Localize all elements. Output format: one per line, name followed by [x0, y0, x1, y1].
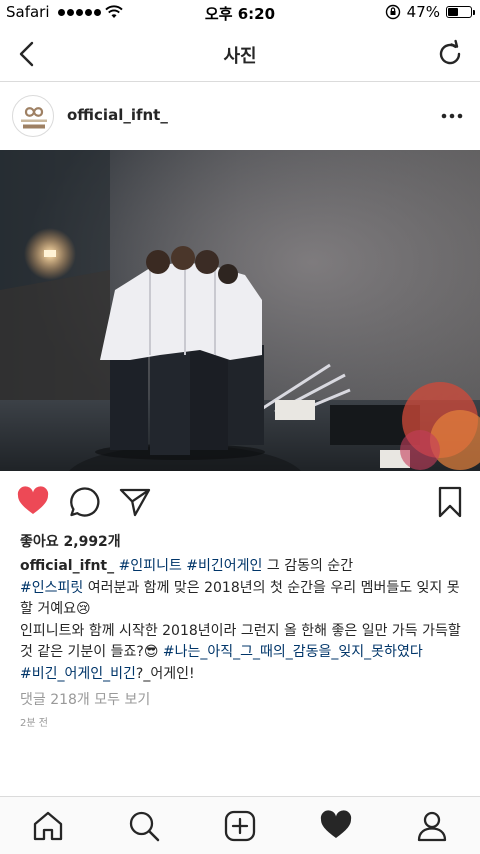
hashtag-still-moved[interactable]: #나는_아직_그_때의_감동을_잊지_못하였다	[163, 644, 423, 660]
more-options-icon[interactable]	[436, 102, 468, 130]
battery-icon	[446, 6, 475, 18]
hashtag-inspirit[interactable]: #인스피릿	[20, 580, 83, 596]
concert-stage-image	[0, 150, 480, 471]
status-bar: Safari 오후 6:20 47%	[0, 0, 480, 26]
post-actions	[0, 471, 480, 531]
view-all-comments-link[interactable]: 댓글 218개 모두 보기	[20, 689, 150, 709]
refresh-icon[interactable]	[434, 38, 466, 70]
share-icon[interactable]	[118, 485, 152, 519]
search-icon[interactable]	[127, 809, 161, 843]
bookmark-icon[interactable]	[433, 485, 467, 519]
heart-filled-icon[interactable]	[16, 485, 50, 519]
infinite-logo	[21, 107, 47, 129]
crying-face-emoji-icon: 😢	[75, 601, 91, 617]
page-title: 사진	[223, 46, 257, 67]
comment-icon[interactable]	[68, 485, 102, 519]
post-timestamp: 2분 전	[20, 718, 48, 729]
post-username[interactable]: official_ifnt_	[67, 106, 168, 124]
post-photo[interactable]	[0, 150, 480, 471]
profile-icon[interactable]	[415, 809, 449, 843]
status-right: 47%	[385, 3, 475, 21]
caption-text-1: 그 감동의 순간	[262, 558, 354, 574]
add-post-icon[interactable]	[223, 809, 257, 843]
caption-text-4: ?_어게인!	[135, 665, 195, 682]
sunglasses-emoji-icon: 😎	[143, 644, 159, 660]
hashtag-begin-again[interactable]: #비긴어게인	[186, 558, 262, 574]
bottom-tab-bar	[0, 796, 480, 854]
caption-username[interactable]: official_ifnt_	[20, 558, 114, 574]
hashtag-infinite[interactable]: #인피니트	[119, 558, 182, 574]
avatar[interactable]	[12, 95, 54, 137]
nav-header: 사진	[0, 26, 480, 82]
hashtag-begin-again-begin[interactable]: #비긴_어게인_비긴	[20, 666, 136, 682]
post-header: official_ifnt_	[0, 82, 480, 150]
like-count[interactable]: 좋아요 2,992개	[20, 531, 121, 551]
rotation-lock-icon	[385, 4, 400, 20]
activity-heart-icon[interactable]	[319, 809, 353, 843]
home-icon[interactable]	[31, 809, 65, 843]
battery-percent: 47%	[406, 3, 440, 21]
post-caption: official_ifnt_ #인피니트 #비긴어게인 그 감동의 순간 #인스…	[20, 556, 468, 685]
